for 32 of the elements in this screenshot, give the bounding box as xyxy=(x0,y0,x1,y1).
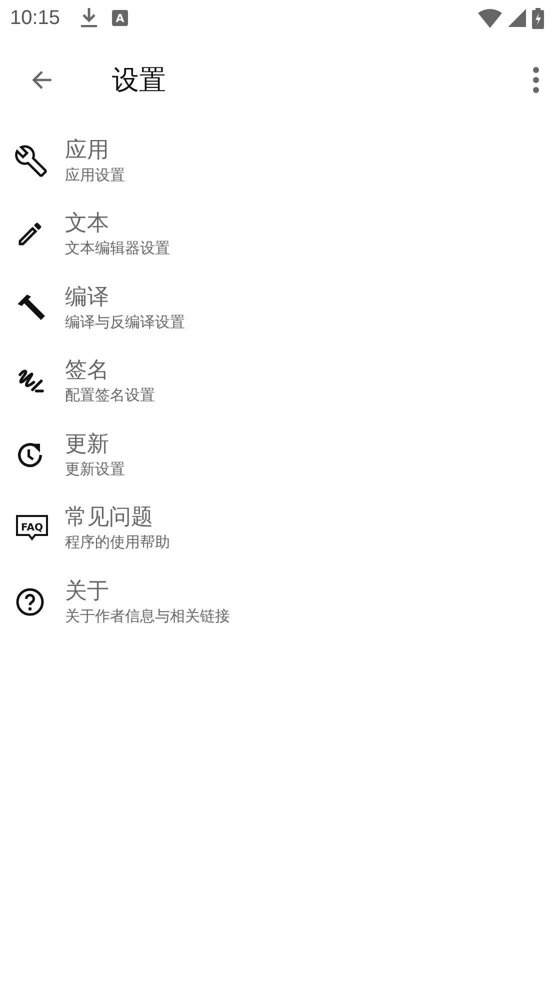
signal-icon xyxy=(508,9,526,27)
faq-icon: FAQ xyxy=(15,514,49,542)
item-subtitle: 关于作者信息与相关链接 xyxy=(65,606,230,626)
settings-item[interactable]: FAQ 常见问题 程序的使用帮助 xyxy=(0,492,554,565)
item-subtitle: 编译与反编译设置 xyxy=(65,312,185,332)
item-title: 常见问题 xyxy=(65,504,154,532)
item-subtitle: 程序的使用帮助 xyxy=(65,532,170,552)
item-title: 文本 xyxy=(65,210,110,238)
help-icon xyxy=(15,586,45,617)
item-title: 关于 xyxy=(65,578,110,606)
item-subtitle: 更新设置 xyxy=(65,458,125,479)
item-title: 编译 xyxy=(65,284,110,312)
item-title: 更新 xyxy=(65,430,110,459)
settings-item[interactable]: 更新 更新设置 xyxy=(0,418,554,492)
item-title: 签名 xyxy=(65,357,110,386)
keyboard-badge-icon: A xyxy=(112,10,128,26)
wrench-icon xyxy=(15,144,47,177)
settings-item[interactable]: 应用 应用设置 xyxy=(0,124,554,198)
item-subtitle: 文本编辑器设置 xyxy=(65,238,170,258)
item-title: 应用 xyxy=(65,136,110,165)
more-menu-button[interactable] xyxy=(532,66,540,94)
settings-item[interactable]: 编译 编译与反编译设置 xyxy=(0,271,554,344)
settings-item[interactable]: 关于 关于作者信息与相关链接 xyxy=(0,565,554,638)
wifi-icon xyxy=(478,8,502,28)
settings-item[interactable]: 文本 文本编辑器设置 xyxy=(0,198,554,271)
battery-icon xyxy=(532,8,544,28)
page-title: 设置 xyxy=(112,64,166,98)
item-subtitle: 配置签名设置 xyxy=(65,385,155,406)
settings-item[interactable]: 签名 配置签名设置 xyxy=(0,344,554,418)
download-icon xyxy=(80,7,98,29)
status-time: 10:15 xyxy=(10,6,60,30)
item-subtitle: 应用设置 xyxy=(65,164,125,185)
